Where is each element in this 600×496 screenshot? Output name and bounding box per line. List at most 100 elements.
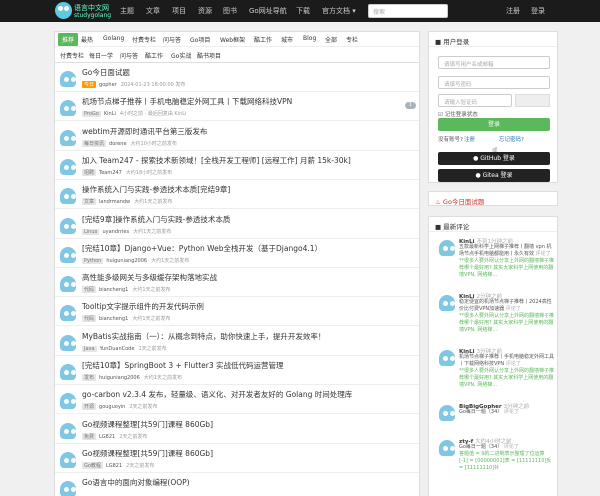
nav-item-official-docs[interactable]: 官方文档 ▾	[322, 6, 356, 16]
topic-row[interactable]: Tooltip文字提示组件的开发代码示例 代码 biancheng1 大约1天之前发布	[55, 299, 419, 327]
subtab-qa[interactable]: 问与答	[120, 51, 138, 60]
login-submit-button[interactable]: 登录	[438, 118, 550, 131]
topic-author[interactable]: LG821	[106, 463, 122, 469]
topic-row[interactable]: go-carbon v2.3.4 发布，轻量级、语义化、对开发者友好的 Gola…	[55, 387, 419, 415]
commenter-avatar[interactable]	[437, 237, 457, 257]
topic-row[interactable]: 机场节点梯子推荐丨手机电脑稳定外网工具丨下载网络科技VPN ProGo KinLi 4…	[55, 94, 419, 122]
topic-row[interactable]: Go视频课程整理[共59门]课程 860Gb] 免费 LG821 2天之前发布	[55, 417, 419, 444]
topic-title[interactable]: MyBatis实战指南（一）：从概念到特点，助你快速上手，提升开发效率！	[82, 331, 325, 342]
tab-paid-column[interactable]: 付费专栏	[132, 35, 156, 44]
tab-golang[interactable]: Golang	[103, 35, 124, 42]
tab-go-projects[interactable]: Go项目	[190, 35, 210, 44]
author-avatar[interactable]	[58, 68, 78, 88]
password-input[interactable]: 请填写密码	[438, 76, 550, 89]
tab-recommended[interactable]: 推荐	[58, 33, 79, 46]
topic-author[interactable]: gopher	[99, 82, 117, 88]
tab-cool-jobs[interactable]: 酷工作	[254, 35, 272, 44]
topic-title[interactable]: Go语言中的面向对象编程(OOP)	[82, 477, 190, 488]
topic-author[interactable]: gouguoyin	[99, 404, 125, 410]
topic-node-badge[interactable]: Python	[82, 257, 104, 264]
subtab-go-practice[interactable]: Go实战	[171, 51, 191, 60]
topic-row[interactable]: webtim开源即时通讯平台第三版发布 每日资讯 dorene 大约10小时之前发布	[55, 124, 419, 151]
topic-author[interactable]: huiguniang2006	[106, 258, 147, 264]
topic-author[interactable]: dorene	[109, 141, 127, 147]
author-avatar[interactable]	[58, 244, 78, 264]
topic-row[interactable]: Go语言中的面向对象编程(OOP)	[55, 475, 419, 496]
nav-item-go-links[interactable]: Go网址导航	[249, 6, 287, 16]
github-login-button[interactable]: ● GitHub 登录	[438, 152, 550, 165]
forgot-password-link[interactable]: 忘记密码?	[499, 135, 524, 143]
nav-item-books[interactable]: 图书	[223, 6, 237, 16]
topic-node-badge[interactable]: 每日资讯	[82, 139, 107, 147]
topic-row[interactable]: Go今日面试题 今日 gopher 2024-01-23 18:00:00 发布	[55, 65, 419, 92]
tab-city[interactable]: 城市	[281, 35, 293, 44]
author-avatar[interactable]	[58, 332, 78, 352]
comment-topic-link[interactable]: Go每日一题（34）	[459, 409, 502, 415]
author-avatar[interactable]	[58, 449, 78, 469]
commenter-avatar[interactable]	[437, 347, 457, 367]
author-avatar[interactable]	[58, 390, 78, 410]
topic-node-badge[interactable]: Go教程	[82, 461, 103, 469]
topic-node-badge[interactable]: 招聘	[82, 168, 97, 176]
nav-item-resources[interactable]: 资源	[198, 6, 212, 16]
search-input[interactable]: 搜索	[368, 4, 448, 18]
topic-node-badge[interactable]: 今日	[82, 81, 97, 88]
topic-title[interactable]: webtim开源即时通讯平台第三版发布	[82, 126, 207, 137]
topic-title[interactable]: go-carbon v2.3.4 发布，轻量级、语义化、对开发者友好的 Gola…	[82, 389, 352, 400]
tab-qa[interactable]: 问与答	[163, 35, 181, 44]
topic-row[interactable]: 操作系统入门与实践-参透技术本质[完结9章] 文章 landrmandw 大约1天之前…	[55, 182, 419, 210]
topic-row[interactable]: MyBatis实战指南（一）：从概念到特点，助你快速上手，提升开发效率！ Java…	[55, 329, 419, 356]
subtab-daily-study[interactable]: 每日一学	[89, 51, 113, 60]
site-logo[interactable]: 语言中文网 studygolang	[55, 1, 111, 21]
gitea-login-button[interactable]: ● Gitea 登录	[438, 169, 550, 182]
author-avatar[interactable]	[58, 156, 78, 176]
tab-blog[interactable]: Blog	[303, 35, 316, 42]
topic-node-badge[interactable]: 代码	[82, 315, 97, 323]
remember-checkbox[interactable]: ☑ 记住登录状态	[438, 110, 478, 118]
nav-item-articles[interactable]: 文章	[146, 6, 160, 16]
topic-author[interactable]: YunDuanCode	[100, 346, 135, 352]
topic-title[interactable]: Tooltip文字提示组件的开发代码示例	[82, 301, 204, 312]
author-avatar[interactable]	[58, 478, 78, 496]
topic-author[interactable]: LG821	[99, 434, 115, 440]
topic-row[interactable]: [完结9章]操作系统入门与实践-参透技术本质 Linux uyandrries 大约1…	[55, 212, 419, 239]
topic-node-badge[interactable]: 免费	[82, 432, 97, 440]
topic-author[interactable]: landrmandw	[99, 199, 130, 205]
topic-title[interactable]: 加入 Team247 - 探索技术新领域！[全栈开发工程师] [远程工作] 月薪…	[82, 155, 351, 166]
commenter-avatar[interactable]	[437, 402, 457, 422]
topic-row[interactable]: 加入 Team247 - 探索技术新领域！[全栈开发工程师] [远程工作] 月薪…	[55, 153, 419, 180]
topic-node-badge[interactable]: ProGo	[82, 111, 101, 118]
topic-node-badge[interactable]: Java	[82, 345, 97, 352]
topic-title[interactable]: [完结10章】Django+Vue：Python Web全栈开发（基于Djang…	[82, 243, 322, 254]
tab-columns[interactable]: 专栏	[346, 35, 358, 44]
subtab-cool-books[interactable]: 酷书项目	[197, 51, 221, 60]
topic-node-badge[interactable]: 开源	[82, 403, 97, 411]
captcha-input[interactable]: 请输入验证码	[438, 94, 512, 107]
commenter-avatar[interactable]	[437, 292, 457, 312]
tab-web-frameworks[interactable]: Web框架	[220, 35, 245, 44]
author-avatar[interactable]	[58, 273, 78, 293]
topic-node-badge[interactable]: 文章	[82, 198, 97, 206]
nav-item-topics[interactable]: 主题	[120, 6, 134, 16]
topic-author[interactable]: biancheng1	[99, 316, 128, 322]
subtab-cool-jobs[interactable]: 酷工作	[145, 51, 163, 60]
author-avatar[interactable]	[58, 361, 78, 381]
topic-title[interactable]: Go今日面试题	[82, 67, 130, 78]
author-avatar[interactable]	[58, 420, 78, 440]
topic-title[interactable]: Go视频课程整理[共59门]课程 860Gb]	[82, 419, 213, 430]
topic-node-badge[interactable]: Linux	[82, 228, 100, 235]
topic-author[interactable]: Team247	[99, 170, 122, 176]
topic-author[interactable]: huiguniang2006	[99, 375, 140, 381]
topic-row[interactable]: Go视频课程整理[共59门]课程 860Gb] Go教程 LG821 2天之前发布	[55, 446, 419, 473]
topic-title[interactable]: [完结10章】SpringBoot 3 + Flutter3 实战低代码运营管理	[82, 360, 284, 371]
register-link[interactable]: 注册	[464, 135, 475, 143]
topic-title[interactable]: Go视频课程整理[共59门]课程 860Gb]	[82, 448, 213, 459]
captcha-image[interactable]	[515, 94, 550, 107]
topic-title[interactable]: 机场节点梯子推荐丨手机电脑稳定外网工具丨下载网络科技VPN	[82, 96, 292, 107]
topic-node-badge[interactable]: 代码	[82, 286, 97, 294]
author-avatar[interactable]	[58, 185, 78, 205]
commenter-avatar[interactable]	[437, 437, 457, 457]
author-avatar[interactable]	[58, 215, 78, 235]
reply-count-badge[interactable]: 1	[405, 102, 416, 110]
author-avatar[interactable]	[58, 302, 78, 322]
